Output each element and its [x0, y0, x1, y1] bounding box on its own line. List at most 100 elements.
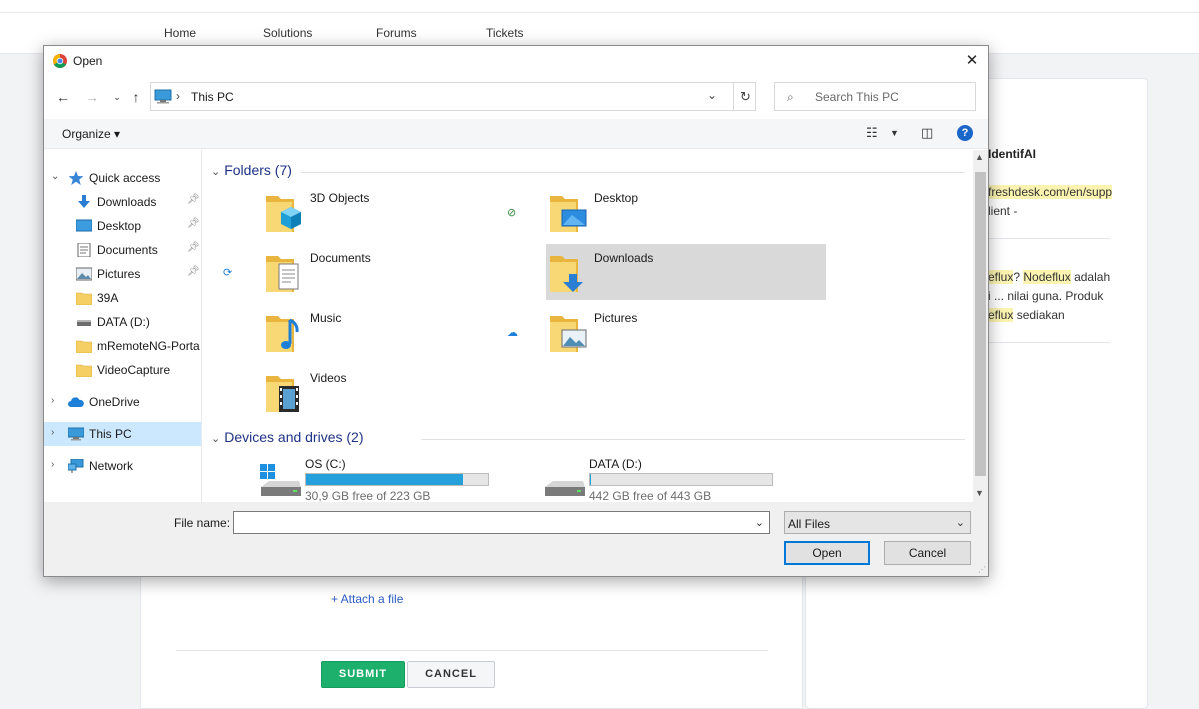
nav-home[interactable]: Home [164, 26, 196, 40]
search-icon: ⌕ [787, 90, 794, 104]
help-icon[interactable]: ? [957, 125, 973, 141]
filetype-select[interactable]: All Files ⌄ [784, 511, 971, 534]
dialog-titlebar[interactable]: Open ✕ [44, 46, 988, 76]
expand-chevron-icon[interactable]: › [51, 395, 54, 406]
header-divider [0, 12, 1199, 13]
recent-locations-chevron-icon[interactable]: ⌄ [107, 87, 127, 107]
forward-arrow-icon[interactable]: → [82, 87, 102, 107]
view-options-dropdown-icon[interactable]: ▼ [890, 128, 899, 138]
filename-label: File name: [174, 516, 231, 530]
tree-item-this-pc[interactable]: › This PC [44, 422, 201, 446]
picture-icon [76, 267, 92, 281]
pin-icon[interactable]: 📌︎ [187, 194, 200, 205]
related-snippet-line2: i ... nilai guna. Produk [988, 289, 1104, 303]
filename-input[interactable]: ⌄ [233, 511, 770, 534]
filetype-value: All Files [788, 517, 831, 531]
folder-icon [76, 292, 92, 305]
drive-icon [545, 481, 585, 496]
drive-usage-bar [589, 473, 773, 486]
scroll-down-icon[interactable]: ▼ [975, 488, 984, 498]
collapse-chevron-icon[interactable]: ⌄ [211, 166, 220, 178]
drive-tile-data-d[interactable]: DATA (D:) 442 GB free of 443 GB [541, 457, 821, 502]
tree-item-39a[interactable]: 39A [44, 286, 201, 310]
search-box[interactable]: ⌕ Search This PC [774, 82, 976, 111]
cancel-ticket-button[interactable]: CANCEL [407, 661, 495, 688]
folder-tile-downloads[interactable]: Downloads [546, 244, 826, 300]
up-arrow-icon[interactable]: ↑ [126, 87, 146, 107]
filename-history-chevron-icon[interactable]: ⌄ [755, 516, 764, 529]
open-button[interactable]: Open [784, 541, 870, 565]
syncing-icon: ⟳ [223, 267, 233, 279]
computer-icon [154, 89, 172, 104]
cloud-status-icon: ☁︎ [507, 327, 518, 339]
dialog-footer: File name: ⌄ All Files ⌄ Open Cancel ⋰ [44, 502, 988, 576]
tree-item-data-drive[interactable]: DATA (D:) [44, 310, 201, 334]
pin-icon[interactable]: 📌︎ [187, 266, 200, 277]
related-link[interactable]: freshdesk.com/en/supp [988, 185, 1113, 199]
tree-item-documents[interactable]: Documents 📌︎ [44, 238, 201, 262]
folder-tile-music[interactable]: Music [262, 304, 542, 360]
folder-tile-3d-objects[interactable]: 3D Objects [262, 184, 542, 240]
drive-tile-os-c[interactable]: OS (C:) 30,9 GB free of 223 GB [257, 457, 537, 502]
folder-tile-desktop[interactable]: Desktop [546, 184, 826, 240]
folder-tile-pictures[interactable]: Pictures [546, 304, 826, 360]
close-dialog-button[interactable]: ✕ [956, 46, 988, 76]
vertical-scrollbar[interactable]: ▲ ▼ [973, 150, 988, 502]
group-divider [421, 439, 965, 440]
expand-chevron-icon[interactable]: › [51, 427, 54, 438]
document-icon [77, 243, 91, 257]
submit-button[interactable]: SUBMIT [321, 661, 405, 688]
attach-file-link[interactable]: + Attach a file [331, 592, 403, 606]
filetype-chevron-icon[interactable]: ⌄ [956, 516, 965, 529]
group-divider [301, 172, 965, 173]
related-divider [988, 342, 1110, 343]
group-header-devices[interactable]: ⌄ Devices and drives (2) [211, 429, 364, 445]
command-toolbar: Organize ▾ ☷ ▼ ◫ ? [44, 119, 988, 149]
folder-downloads-icon [550, 256, 583, 292]
pin-icon[interactable]: 📌︎ [187, 242, 200, 253]
cancel-button[interactable]: Cancel [884, 541, 971, 565]
collapse-chevron-icon[interactable]: ⌄ [211, 433, 220, 445]
group-header-folders[interactable]: ⌄ Folders (7) [211, 162, 292, 178]
back-arrow-icon[interactable]: ← [53, 87, 73, 107]
nav-tickets[interactable]: Tickets [486, 26, 524, 40]
nav-forums[interactable]: Forums [376, 26, 417, 40]
address-dropdown-chevron-icon[interactable]: ⌄ [707, 88, 717, 102]
tree-item-downloads[interactable]: Downloads 📌︎ [44, 190, 201, 214]
pin-icon[interactable]: 📌︎ [187, 218, 200, 229]
folder-tile-videos[interactable]: Videos [262, 364, 542, 420]
folder-3d-objects-icon [266, 196, 301, 232]
tree-item-mremoteng[interactable]: mRemoteNG-Porta [44, 334, 201, 358]
scrollbar-thumb[interactable] [975, 172, 986, 476]
navigation-pane: ⌄ Quick access Downloads 📌︎ Desktop 📌︎ D… [44, 150, 202, 502]
drive-usage-fill [306, 474, 463, 485]
nav-solutions[interactable]: Solutions [263, 26, 312, 40]
close-icon: ✕ [965, 52, 979, 69]
preview-pane-icon[interactable]: ◫ [921, 125, 933, 141]
organize-menu-button[interactable]: Organize ▾ [62, 127, 120, 141]
folder-pictures-icon [550, 316, 587, 352]
cloud-icon [68, 397, 84, 407]
related-divider [988, 238, 1110, 239]
tree-item-pictures[interactable]: Pictures 📌︎ [44, 262, 201, 286]
collapse-chevron-icon[interactable]: ⌄ [51, 171, 59, 182]
form-divider [176, 650, 768, 651]
address-location[interactable]: This PC [191, 90, 234, 104]
related-title[interactable]: IdentifAI [988, 147, 1036, 161]
resize-grip-icon[interactable]: ⋰ [978, 565, 986, 574]
address-bar[interactable]: › This PC ⌄ ↻ [150, 82, 756, 111]
folder-tile-documents[interactable]: Documents [262, 244, 542, 300]
tree-item-onedrive[interactable]: › OneDrive [44, 390, 201, 414]
tree-item-desktop[interactable]: Desktop 📌︎ [44, 214, 201, 238]
tree-item-videocapture[interactable]: VideoCapture [44, 358, 201, 382]
navigation-bar: ← → ⌄ ↑ › This PC ⌄ ↻ ⌕ Search This PC [44, 82, 988, 112]
expand-chevron-icon[interactable]: › [51, 459, 54, 470]
tree-item-quick-access[interactable]: ⌄ Quick access [44, 166, 201, 190]
chrome-icon [53, 54, 67, 68]
breadcrumb-chevron-icon[interactable]: › [176, 89, 180, 103]
drive-usage-bar [305, 473, 489, 486]
change-view-icon[interactable]: ☷ [866, 125, 878, 141]
refresh-icon[interactable]: ↻ [733, 83, 757, 110]
scroll-up-icon[interactable]: ▲ [975, 152, 984, 162]
tree-item-network[interactable]: › Network [44, 454, 201, 478]
